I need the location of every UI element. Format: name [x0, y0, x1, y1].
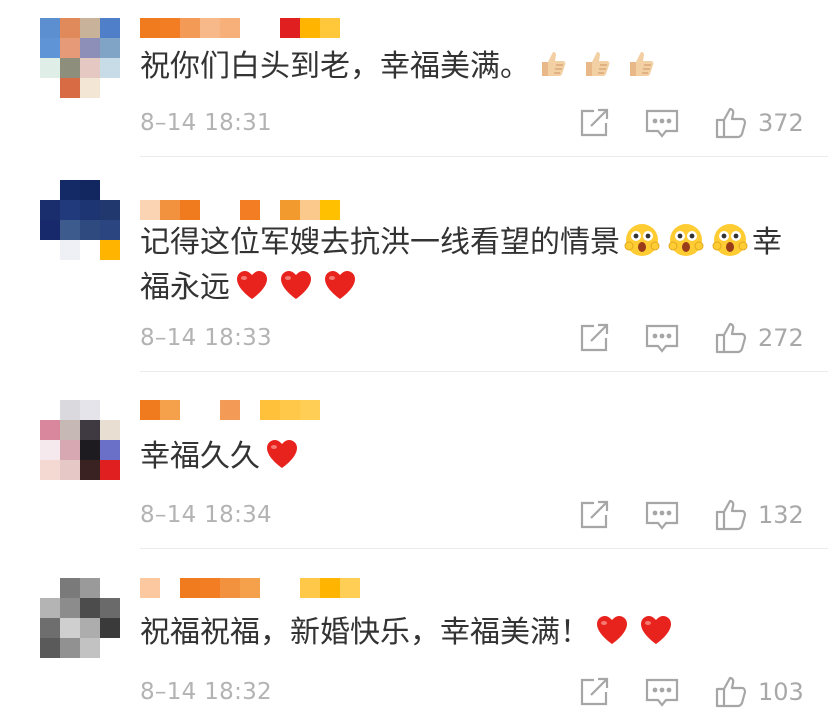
like-count: 372 — [758, 109, 804, 137]
thumbs-up-icon — [586, 52, 610, 76]
comment-meta: 8–14 18:31 372 — [140, 106, 804, 140]
username[interactable] — [140, 18, 340, 38]
avatar[interactable] — [40, 400, 120, 480]
share-icon[interactable] — [577, 498, 613, 532]
comment-meta: 8–14 18:33 272 — [140, 321, 804, 355]
comment-icon[interactable] — [644, 675, 680, 709]
avatar[interactable] — [40, 578, 120, 658]
comment-icon[interactable] — [644, 321, 680, 355]
red-heart-icon — [267, 440, 297, 468]
like-icon[interactable] — [714, 321, 750, 355]
like-count: 103 — [758, 678, 804, 706]
username[interactable] — [140, 400, 320, 420]
star-struck-face-icon — [712, 224, 748, 256]
star-struck-face-icon — [624, 224, 660, 256]
like-count: 272 — [758, 324, 804, 352]
red-heart-icon — [237, 271, 267, 299]
divider — [140, 371, 828, 372]
comment-meta: 8–14 18:34 132 — [140, 498, 804, 532]
star-struck-face-icon — [668, 224, 704, 256]
thumbs-up-icon — [630, 52, 654, 76]
comment-text: 记得这位军嫂去抗洪一线看望的情景幸 福永远 — [140, 220, 810, 310]
thumbs-up-icon — [542, 52, 566, 76]
comment-text: 祝你们白头到老，幸福美满。 — [140, 44, 810, 89]
red-heart-icon — [325, 271, 355, 299]
avatar[interactable] — [40, 18, 120, 98]
comment-text: 祝福祝福，新婚快乐，幸福美满！ — [140, 610, 810, 655]
timestamp: 8–14 18:33 — [140, 325, 272, 351]
red-heart-icon — [597, 616, 627, 644]
username[interactable] — [140, 200, 340, 220]
divider — [140, 548, 828, 549]
red-heart-icon — [641, 616, 671, 644]
share-icon[interactable] — [577, 321, 613, 355]
timestamp: 8–14 18:31 — [140, 110, 272, 136]
username[interactable] — [140, 578, 360, 598]
divider — [140, 156, 828, 157]
like-icon[interactable] — [714, 498, 750, 532]
like-icon[interactable] — [714, 106, 750, 140]
red-heart-icon — [281, 271, 311, 299]
comment-icon[interactable] — [644, 106, 680, 140]
timestamp: 8–14 18:34 — [140, 502, 272, 528]
comment-icon[interactable] — [644, 498, 680, 532]
comment-meta: 8–14 18:32 103 — [140, 675, 804, 709]
comment-text: 幸福久久 — [140, 434, 810, 479]
share-icon[interactable] — [577, 106, 613, 140]
like-icon[interactable] — [714, 675, 750, 709]
avatar[interactable] — [40, 180, 120, 260]
share-icon[interactable] — [577, 675, 613, 709]
like-count: 132 — [758, 501, 804, 529]
timestamp: 8–14 18:32 — [140, 679, 272, 705]
